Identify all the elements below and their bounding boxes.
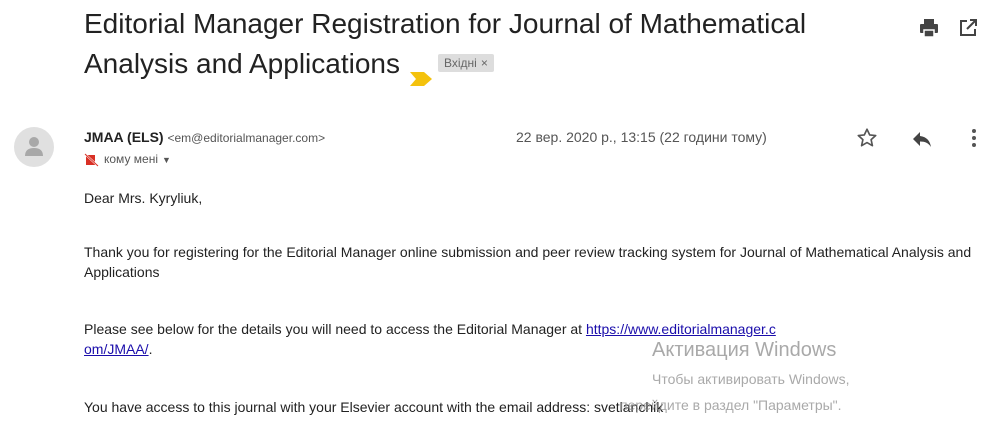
print-icon[interactable] [919,18,939,43]
reply-icon[interactable] [911,129,933,154]
body-paragraph-2: Please see below for the details you wil… [84,319,974,359]
label-chip-inbox[interactable]: Вхідні × [437,53,494,72]
chevron-down-icon[interactable]: ▼ [162,151,171,169]
email-subject: Editorial Manager Registration for Journ… [84,4,874,86]
windows-activation-text: Чтобы активировать Windows, [652,371,850,387]
greeting: Dear Mrs. Kyryliuk, [84,190,203,206]
paragraph-2-text: Please see below for the details you wil… [84,321,586,337]
body-paragraph-1: Thank you for registering for the Editor… [84,244,972,280]
sender-name[interactable]: JMAA (ELS) [84,129,164,145]
paragraph-2-end: . [148,341,153,357]
sender-info: JMAA (ELS) <em@editorialmanager.com> [84,128,325,147]
star-icon[interactable] [856,127,878,154]
sender-email: <em@editorialmanager.com> [167,131,326,145]
email-date: 22 вер. 2020 р., 13:15 (22 години тому) [516,129,767,145]
label-chip-text: Вхідні [443,55,477,70]
unread-icon [84,153,100,167]
editorial-manager-link-cont[interactable]: om/JMAA/ [84,341,149,357]
label-remove-icon[interactable]: × [481,56,488,70]
windows-activation-title: Активация Windows [652,339,837,361]
windows-activation-settings: перейдите в раздел "Параметры". [620,397,842,413]
editorial-manager-link[interactable]: https://www.editorialmanager.c [586,321,776,337]
recipient-line[interactable]: кому мені ▼ [84,150,171,169]
default-avatar-icon [14,127,54,167]
more-vertical-icon[interactable] [971,128,977,153]
recipient-text: кому мені [104,152,158,166]
open-in-new-window-icon[interactable] [958,18,978,43]
important-marker-icon[interactable] [409,57,432,86]
